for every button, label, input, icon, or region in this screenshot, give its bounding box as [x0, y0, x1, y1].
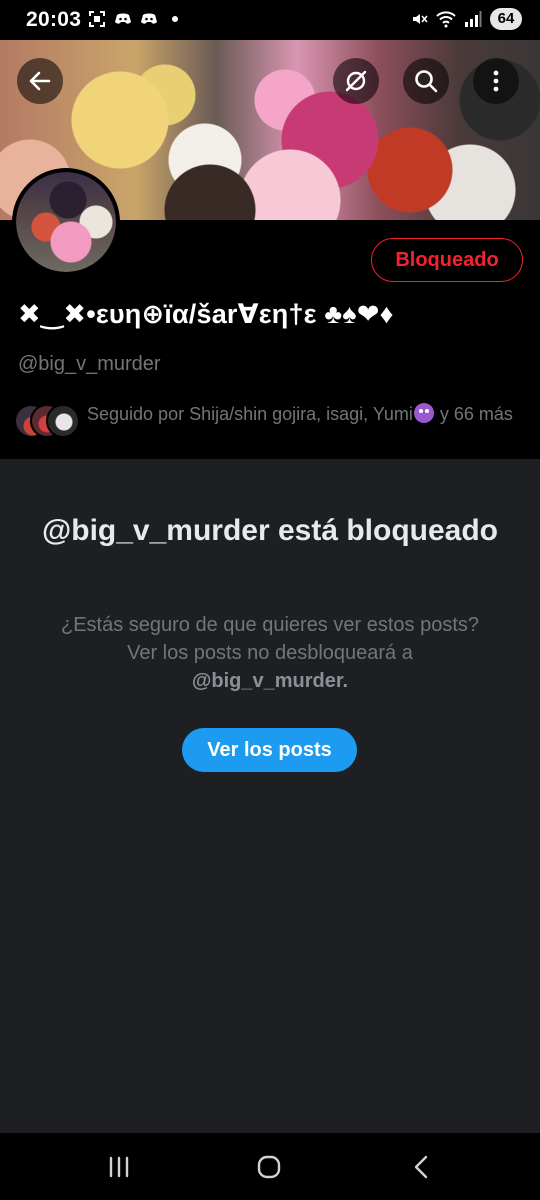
profile-handle: @big_v_murder [18, 353, 161, 375]
followed-by-names: Seguido por Shija/shin gojira, isagi, Yu… [87, 404, 413, 424]
more-options-button[interactable] [473, 58, 519, 104]
blocked-title: @big_v_murder está bloqueado [41, 514, 499, 547]
blocked-description: ¿Estás seguro de que quieres ver estos p… [50, 611, 490, 695]
discord-icon [115, 13, 131, 24]
home-button[interactable] [249, 1151, 289, 1183]
more-vertical-icon [493, 70, 499, 92]
system-back-button[interactable] [401, 1151, 441, 1183]
followed-by-text: Seguido por Shija/shin gojira, isagi, Yu… [87, 402, 517, 427]
status-bar: 20:03 64 [0, 0, 540, 40]
battery-indicator: 64 [490, 8, 522, 30]
wifi-icon [436, 11, 456, 28]
blocked-notice-panel: @big_v_murder está bloqueado ¿Estás segu… [0, 459, 540, 1133]
nav-back-icon [414, 1155, 428, 1179]
follower-avatar [46, 404, 80, 438]
discord-icon [141, 13, 157, 24]
grok-button[interactable] [333, 58, 379, 104]
display-name: ✖‿✖•ευη⊕ïα/šar∀εη†ε ♣♠❤♦ [18, 299, 394, 329]
smiling-devil-icon [413, 403, 434, 423]
status-time: 20:03 [26, 8, 82, 31]
status-right: 64 [410, 8, 522, 30]
follower-avatars [14, 404, 82, 440]
home-icon [257, 1155, 281, 1179]
scan-icon [89, 11, 105, 27]
recent-apps-button[interactable] [99, 1151, 139, 1183]
followed-by-count: y 66 más [434, 404, 513, 424]
search-button[interactable] [403, 58, 449, 104]
blocked-description-handle: @big_v_murder. [191, 670, 349, 692]
arrow-left-icon [29, 71, 51, 91]
dot-icon [172, 16, 178, 22]
grok-icon [345, 70, 367, 92]
avatar[interactable] [12, 168, 120, 276]
back-button[interactable] [17, 58, 63, 104]
blocked-description-text: ¿Estás seguro de que quieres ver estos p… [60, 614, 479, 664]
avatar-image [16, 172, 116, 272]
signal-icon [465, 11, 482, 27]
blocked-button[interactable]: Bloqueado [371, 238, 523, 282]
mute-icon [413, 14, 428, 24]
notification-icons [88, 10, 184, 28]
search-icon [415, 70, 438, 93]
view-posts-button[interactable]: Ver los posts [182, 728, 357, 772]
system-nav-bar [0, 1133, 540, 1200]
recent-apps-icon [109, 1156, 129, 1178]
